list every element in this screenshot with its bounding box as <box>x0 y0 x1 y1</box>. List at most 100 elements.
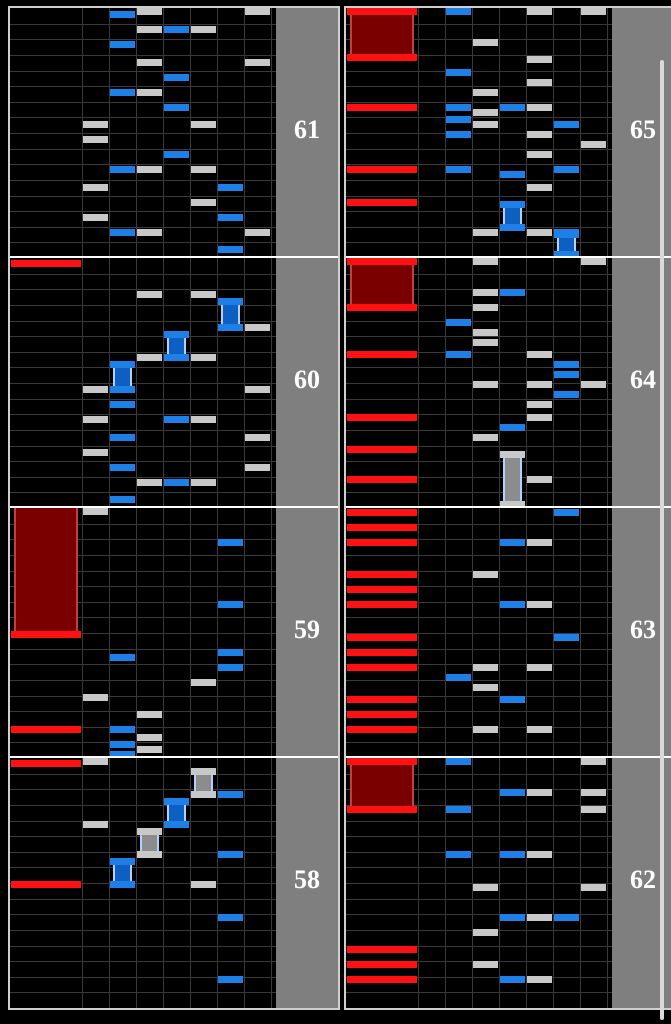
blue-note <box>446 351 471 358</box>
scratch-note <box>347 571 417 578</box>
blue-note <box>218 976 243 983</box>
long-note-start <box>500 223 525 231</box>
scratch-note <box>347 476 417 483</box>
white-note <box>527 726 552 733</box>
white-note <box>527 663 552 671</box>
blue-note <box>110 463 135 471</box>
beat-line <box>10 211 276 213</box>
beat-line <box>346 554 612 556</box>
measure-number: 58 <box>294 865 320 894</box>
scratch-note <box>347 601 417 608</box>
beat-line <box>10 867 276 869</box>
blue-note <box>554 508 579 516</box>
scratch-note <box>347 446 417 453</box>
blue-note <box>110 228 135 236</box>
white-note <box>527 8 552 15</box>
white-note <box>581 883 606 891</box>
beat-line <box>10 445 276 447</box>
measure: 59 <box>10 508 338 758</box>
white-note <box>83 386 108 393</box>
beat-line <box>10 461 276 463</box>
white-note <box>191 881 216 888</box>
white-note <box>83 183 108 191</box>
beat-line <box>346 836 612 838</box>
white-note <box>83 758 108 765</box>
white-note <box>137 228 162 236</box>
scratch-note <box>11 881 81 888</box>
white-note <box>191 26 216 33</box>
blue-note <box>554 228 579 236</box>
scratch-note <box>347 726 417 733</box>
beat-line <box>346 336 612 338</box>
beat-line <box>10 695 276 697</box>
scratch-note <box>11 726 81 733</box>
scratch-note <box>347 946 417 953</box>
blue-note <box>500 423 525 431</box>
white-note <box>83 693 108 701</box>
white-note <box>83 213 108 221</box>
white-note <box>83 448 108 456</box>
long-note-end <box>347 8 417 15</box>
scratch-note <box>347 711 417 718</box>
chart-column-2: 65 64 63 62 <box>344 6 671 1010</box>
beat-line <box>10 39 276 41</box>
beat-line <box>346 820 612 822</box>
white-note <box>473 928 498 936</box>
measure-number-strip: 60 <box>276 258 338 508</box>
white-note <box>473 328 498 336</box>
blue-note <box>110 433 135 441</box>
blue-note <box>164 73 189 81</box>
beat-line <box>346 679 612 681</box>
blue-note <box>554 913 579 921</box>
blue-note <box>218 851 243 858</box>
long-note-end <box>347 758 417 765</box>
white-note <box>473 38 498 46</box>
white-note <box>527 538 552 546</box>
beat-line <box>346 461 612 463</box>
white-note <box>137 711 162 718</box>
white-note <box>191 291 216 298</box>
long-note-start <box>164 821 189 828</box>
white-note <box>245 228 270 236</box>
blue-note <box>554 166 579 173</box>
white-note <box>137 478 162 486</box>
white-note <box>83 416 108 423</box>
white-note <box>473 258 498 265</box>
beat-line <box>10 273 276 275</box>
scratch-note <box>11 759 81 767</box>
white-note <box>527 851 552 858</box>
beat-line <box>10 414 276 416</box>
blue-note <box>164 151 189 158</box>
white-note <box>581 758 606 765</box>
long-note-start <box>137 851 162 858</box>
blue-note <box>500 851 525 858</box>
blue-note <box>500 913 525 921</box>
long-note-end <box>164 798 189 805</box>
scratch-note <box>347 508 417 516</box>
long-note-start <box>110 881 135 888</box>
beat-line <box>10 773 276 775</box>
beat-line <box>346 148 612 150</box>
white-note <box>473 303 498 311</box>
blue-note <box>110 653 135 661</box>
blue-note <box>554 121 579 128</box>
long-note-start <box>218 323 243 331</box>
blue-note <box>500 538 525 546</box>
white-note <box>473 726 498 733</box>
beat-line <box>10 23 276 25</box>
white-note <box>527 381 552 388</box>
long-note-end <box>218 298 243 305</box>
beat-line <box>10 117 276 119</box>
blue-note <box>446 131 471 138</box>
beat-line <box>10 133 276 134</box>
long-note-start <box>11 631 81 638</box>
beat-line <box>10 992 276 994</box>
beat-line <box>10 242 276 244</box>
blue-note <box>446 68 471 76</box>
white-note <box>191 416 216 423</box>
white-note <box>527 401 552 408</box>
long-note-start <box>110 386 135 393</box>
scratch-note <box>347 103 417 111</box>
long-note-end <box>110 858 135 865</box>
scrollbar[interactable] <box>660 60 664 1020</box>
